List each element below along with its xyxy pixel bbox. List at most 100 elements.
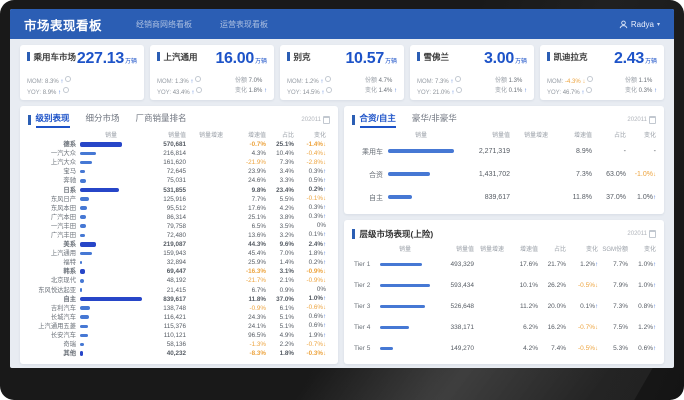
- kpi-card: 雪佛兰 3.00万辆 MOM: 7.3% ↑: [410, 45, 534, 100]
- kpi-card: 乘用车市场 227.13万辆 MOM: 8.3% ↑: [20, 45, 144, 100]
- tab[interactable]: 级别表现: [36, 112, 70, 128]
- sales-bar: [80, 242, 96, 247]
- table-row: 北京现代 48,192 -21.7% 2.1% -0.9%↓: [28, 276, 330, 285]
- trend-arrow-icon: ↑: [323, 251, 326, 257]
- growth-value: 25.1%: [236, 213, 266, 222]
- joint-domestic-panel: 合资/自主豪华/非豪华 202011 销量 销量值 销量增速 增速值 占比: [344, 106, 664, 214]
- user-menu[interactable]: Radya ▾: [619, 20, 660, 29]
- date-selector[interactable]: 202011: [627, 116, 656, 124]
- date-selector[interactable]: 202011: [627, 230, 656, 238]
- share-value: 63.0%: [592, 171, 626, 178]
- trend-arrow-icon: ↓: [323, 278, 326, 284]
- growth-value: 24.1%: [236, 322, 266, 331]
- tab[interactable]: 合资/自主: [360, 112, 396, 128]
- panel-title: 层级市场表现(上险): [360, 228, 434, 240]
- sales-value: 161,620: [142, 158, 186, 167]
- tab[interactable]: 细分市场: [86, 112, 120, 128]
- nav-item[interactable]: 运营表现看板: [220, 19, 268, 30]
- yoy-metric: YOY: 14.5% ↑: [287, 87, 332, 98]
- sales-bar: [388, 172, 430, 176]
- trend-arrow-icon: ↑: [323, 314, 326, 320]
- tier-table-rows: Tier 1 493,329 17.6% 21.7% 1.2%↑ 7.7% 1.…: [352, 254, 656, 359]
- sales-value: 570,681: [142, 140, 186, 149]
- sales-bar: [380, 347, 393, 351]
- growth-value: 24.3%: [236, 313, 266, 322]
- calendar-icon: [323, 116, 330, 124]
- table-row: 东风悦达起亚 21,415 6.7% 0.9% 0%: [28, 286, 330, 295]
- share-value: 25.1%: [266, 140, 294, 149]
- row-label: 东风日产: [28, 195, 80, 204]
- info-icon[interactable]: [195, 76, 201, 82]
- sales-value: 72,645: [142, 167, 186, 176]
- row-label: 其他: [28, 349, 80, 358]
- sales-bar: [80, 197, 89, 201]
- panel-accent: [352, 229, 355, 239]
- kpi-unit: 万辆: [255, 59, 267, 65]
- sales-bar: [80, 306, 90, 310]
- table-row: 长安汽车 110,121 96.5% 4.9% 1.9%↑: [28, 331, 330, 340]
- table-row: Tier 4 338,171 6.2% 16.2% -0.7%↓ 7.5% 1.…: [352, 317, 656, 338]
- row-label: 上汽通用五菱: [28, 322, 80, 331]
- table-row: 一汽大众 216,814 4.3% 10.4% -0.4%↓: [28, 149, 330, 158]
- tab[interactable]: 厂商销量排名: [136, 112, 187, 128]
- growth-value: -0.9%: [236, 304, 266, 313]
- panel-accent: [352, 115, 355, 125]
- trend-arrow-icon: ↑: [653, 262, 656, 268]
- date-selector[interactable]: 202011: [301, 116, 330, 124]
- table-row: 上汽大众 161,620 -21.9% 7.3% -2.8%↓: [28, 158, 330, 167]
- growth-value: -21.9%: [236, 158, 266, 167]
- share-value: 7.3%: [266, 158, 294, 167]
- change-value: 0.1%: [309, 231, 323, 238]
- growth-value: 6.7%: [236, 286, 266, 295]
- row-label: 乘用车: [352, 147, 388, 157]
- sales-value: 116,421: [142, 313, 186, 322]
- sales-value: 110,121: [142, 331, 186, 340]
- page-title: 市场表现看板: [24, 15, 102, 34]
- info-icon[interactable]: [455, 76, 461, 82]
- growth-value: 6.2%: [510, 324, 538, 331]
- growth-value: 17.6%: [236, 204, 266, 213]
- info-icon[interactable]: [587, 76, 593, 82]
- row-label: 广汽丰田: [28, 231, 80, 240]
- change-value: -0.6%: [307, 304, 323, 311]
- table-row: 一汽丰田 79,758 6.5% 3.5% 0%: [28, 222, 330, 231]
- trend-arrow-icon: ↑: [191, 90, 194, 96]
- kpi-title: 乘用车市场: [34, 51, 77, 63]
- main-content: 级别表现细分市场厂商销量排名 202011 销量 销量值 销量增速 增速值 占比…: [10, 100, 674, 368]
- joint-table-rows: 乘用车 2,271,319 8.9% - - 合资 1,431,702: [352, 140, 656, 209]
- sales-bar: [380, 284, 430, 288]
- info-icon[interactable]: [65, 76, 71, 82]
- trend-arrow-icon: ↑: [60, 79, 63, 85]
- table-row: 日系 531,855 9.8% 23.4% 0.2%↑: [28, 185, 330, 194]
- row-label: 宝马: [28, 167, 80, 176]
- share-change-metric: 变化 1.4% ↑: [365, 86, 397, 96]
- row-label: Tier 4: [352, 324, 380, 331]
- trend-arrow-icon: ↑: [394, 88, 397, 94]
- sales-bar: [80, 288, 82, 292]
- trend-arrow-icon: ↑: [323, 187, 326, 193]
- kpi-unit: 万辆: [645, 59, 657, 65]
- info-icon[interactable]: [586, 87, 592, 93]
- sgm-share-value: 7.9%: [598, 282, 628, 289]
- trend-arrow-icon: ↓: [323, 269, 326, 275]
- share-value: 10.4%: [266, 149, 294, 158]
- tier-market-panel: 层级市场表现(上险) 202011 销量 销量值 销量增速 增速值 占比 变: [344, 220, 664, 364]
- table-row: 自主 839,617 11.8% 37.0% 1.0%↑: [28, 295, 330, 304]
- trend-arrow-icon: ↑: [323, 214, 326, 220]
- card-accent: [157, 52, 160, 61]
- growth-value: 11.8%: [562, 194, 592, 201]
- info-icon[interactable]: [325, 76, 331, 82]
- sales-bar: [380, 326, 409, 330]
- info-icon[interactable]: [196, 87, 202, 93]
- share-value: 7.0%: [266, 249, 294, 258]
- info-icon[interactable]: [63, 87, 69, 93]
- row-label: 韩系: [28, 267, 80, 276]
- nav-item[interactable]: 经销商网络看板: [136, 19, 192, 30]
- info-icon[interactable]: [326, 87, 332, 93]
- info-icon[interactable]: [456, 87, 462, 93]
- sales-bar: [80, 234, 85, 238]
- tab[interactable]: 豪华/非豪华: [412, 112, 457, 128]
- trend-arrow-icon: ↑: [653, 346, 656, 352]
- growth-value: 25.9%: [236, 258, 266, 267]
- share-value: 23.4%: [266, 186, 294, 195]
